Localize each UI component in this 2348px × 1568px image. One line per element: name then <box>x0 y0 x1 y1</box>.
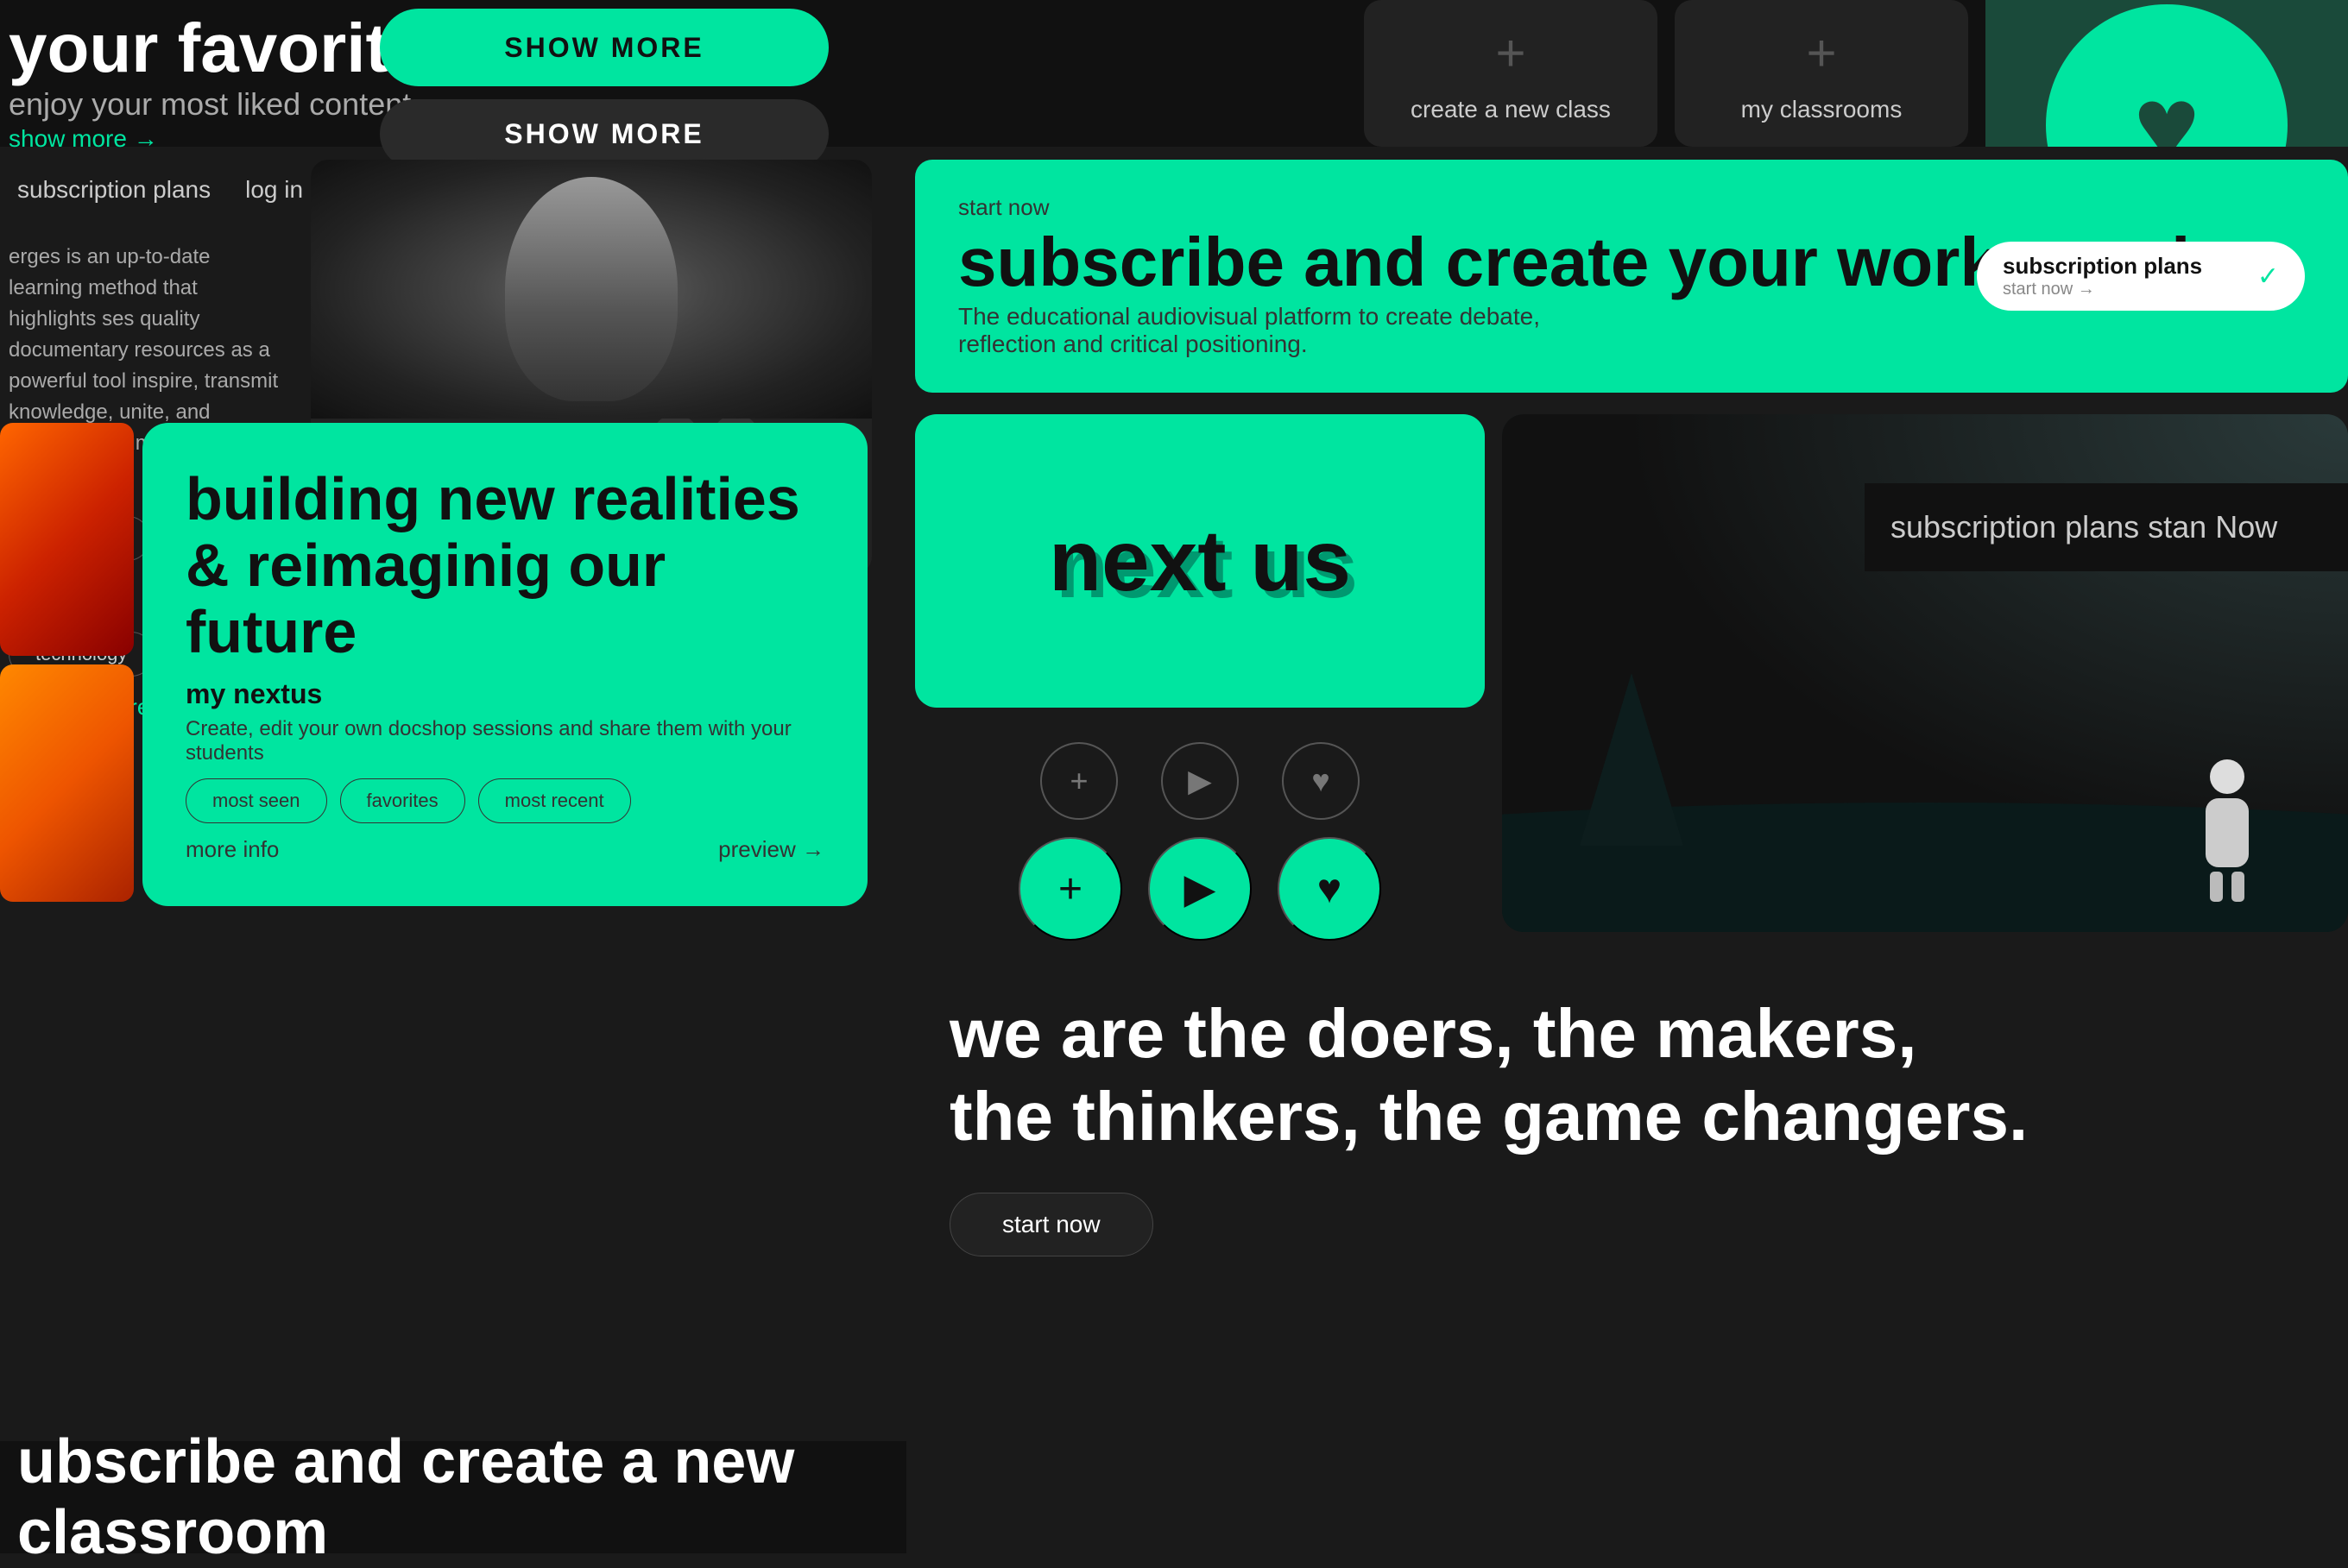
add-outline-button[interactable]: + <box>1040 742 1118 820</box>
video-thumbnail <box>311 160 872 419</box>
show-more-dark-button[interactable]: SHOW MORE <box>380 99 829 168</box>
promo-filter-buttons: most seen favorites most recent <box>186 778 824 823</box>
astronaut-legs <box>2193 872 2262 902</box>
promo-headline-1: building new realities <box>186 466 824 532</box>
astronaut-figure <box>2193 759 2262 889</box>
face-silhouette <box>505 177 678 401</box>
preview-link[interactable]: preview → <box>718 836 824 863</box>
promo-most-recent[interactable]: most recent <box>478 778 631 823</box>
controls-row-filled: + ▶ ♥ <box>915 820 1485 958</box>
my-nextus-desc: Create, edit your own docshop sessions a… <box>186 717 824 765</box>
subscribe-classroom-section: ubscribe and create a new classroom <box>0 1441 906 1553</box>
play-outline-button[interactable]: ▶ <box>1161 742 1239 820</box>
promo-card: building new realities & reimaginig our … <box>142 423 868 906</box>
promo-footer: more info preview → <box>186 836 824 863</box>
doers-line2: the thinkers, the game changers. <box>950 1075 2313 1158</box>
plus-icon: + <box>1495 23 1525 83</box>
promo-most-seen[interactable]: most seen <box>186 778 327 823</box>
video-thumbnail-face <box>311 160 872 419</box>
promo-headline-2: & reimaginig our future <box>186 532 824 665</box>
create-class-label: create a new class <box>1411 96 1611 123</box>
sub-btn-title: subscription plans <box>2003 253 2202 280</box>
doers-line1: we are the doers, the makers, <box>950 992 2313 1075</box>
astronaut-helmet <box>2210 759 2244 794</box>
image-card-2 <box>0 664 134 902</box>
top-section: your favorites enjoy your most liked con… <box>0 0 2348 147</box>
subscribe-banner: start now subscribe and create your work… <box>915 160 2348 393</box>
heart-filled-button[interactable]: ♥ <box>1278 837 1381 941</box>
check-icon: ✓ <box>2257 261 2279 292</box>
astronaut-body <box>2206 798 2249 867</box>
add-filled-button[interactable]: + <box>1019 837 1122 941</box>
my-classrooms-button[interactable]: + my classrooms <box>1675 0 1968 147</box>
create-class-button[interactable]: + create a new class <box>1364 0 1657 147</box>
subscription-plans-top: subscription plans stan Now <box>1865 483 2348 571</box>
nav-login[interactable]: log in <box>245 176 303 204</box>
start-now-label: start now <box>958 194 2305 221</box>
sub-btn-content: subscription plans start now → <box>2003 253 2202 299</box>
doers-section: we are the doers, the makers, the thinke… <box>915 958 2348 1291</box>
heart-outline-button[interactable]: ♥ <box>1282 742 1360 820</box>
subscription-plans-label: subscription plans stan Now <box>1890 509 2322 545</box>
nav-subscription-plans[interactable]: subscription plans <box>17 176 211 204</box>
heart-circle-card: ♥ <box>1985 0 2348 147</box>
my-classrooms-label: my classrooms <box>1741 96 1903 123</box>
sub-btn-subtitle: start now → <box>2003 280 2202 299</box>
subscribe-description: The educational audiovisual platform to … <box>958 303 1562 358</box>
subscribe-classroom-text: ubscribe and create a new classroom <box>17 1426 889 1568</box>
heart-teal-icon: ♥ <box>2046 4 2288 147</box>
promo-favorites[interactable]: favorites <box>340 778 465 823</box>
show-more-green-button[interactable]: SHOW MORE <box>380 9 829 86</box>
nextus-card: next us <box>915 414 1485 708</box>
nextus-logo: next us <box>1023 503 1377 620</box>
astronaut-leg-left <box>2210 872 2223 902</box>
play-filled-button[interactable]: ▶ <box>1148 837 1252 941</box>
image-card-1 <box>0 423 134 656</box>
enjoy-subtitle: enjoy your most liked content <box>9 86 411 123</box>
start-now-button[interactable]: start now <box>950 1193 1153 1256</box>
subscription-plans-button[interactable]: subscription plans start now → ✓ <box>1977 242 2305 311</box>
show-more-link[interactable]: show more → <box>9 125 158 153</box>
more-info-link[interactable]: more info <box>186 836 279 863</box>
astronaut-leg-right <box>2231 872 2244 902</box>
plus-icon-2: + <box>1806 23 1836 83</box>
my-nextus-title: my nextus <box>186 678 824 710</box>
